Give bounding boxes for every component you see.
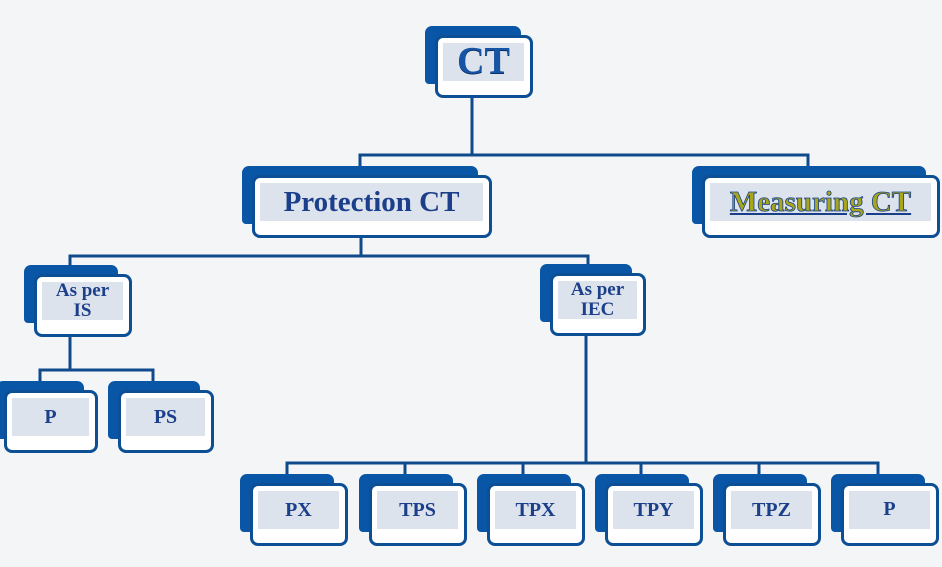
- node-label: P: [44, 405, 57, 428]
- node-iec-class-tps[interactable]: TPS: [359, 474, 467, 546]
- node-measuring-ct[interactable]: Measuring CT: [692, 166, 940, 238]
- node-as-per-is[interactable]: As per IS: [24, 265, 132, 337]
- node-label: TPY: [633, 498, 674, 521]
- box-fill: As per IEC: [558, 279, 637, 320]
- node-as-per-iec[interactable]: As per IEC: [540, 264, 646, 336]
- node-label: CT: [457, 40, 510, 83]
- box-fill: As per IS: [42, 280, 123, 321]
- box-frame: TPS: [369, 483, 467, 546]
- node-iec-class-tpy[interactable]: TPY: [595, 474, 703, 546]
- node-is-class-ps[interactable]: PS: [108, 381, 214, 453]
- box-fill: TPS: [377, 491, 458, 529]
- node-protection-ct[interactable]: Protection CT: [242, 166, 492, 238]
- node-iec-class-tpz[interactable]: TPZ: [713, 474, 821, 546]
- box-fill: PX: [258, 491, 339, 529]
- box-frame: P: [841, 483, 939, 546]
- measuring-ct-link[interactable]: Measuring CT: [729, 186, 911, 218]
- box-frame: P: [4, 390, 98, 453]
- box-frame: TPZ: [723, 483, 821, 546]
- box-fill: PS: [126, 398, 205, 436]
- node-label: P: [883, 498, 896, 520]
- box-frame: TPY: [605, 483, 703, 546]
- box-frame: Measuring CT: [702, 175, 940, 238]
- box-fill: TPX: [495, 491, 576, 529]
- node-label: Protection CT: [283, 185, 460, 218]
- node-label: As per IEC: [570, 279, 625, 320]
- box-frame: TPX: [487, 483, 585, 546]
- node-label: TPZ: [752, 498, 791, 521]
- node-label: TPX: [515, 498, 556, 521]
- box-fill: TPY: [613, 491, 694, 529]
- ct-classification-diagram: CT Protection CT Measuring CT As per IS: [0, 0, 942, 567]
- node-label: PX: [285, 498, 312, 521]
- box-fill: CT: [443, 40, 524, 83]
- box-fill: P: [12, 398, 89, 436]
- box-frame: Protection CT: [252, 175, 492, 238]
- box-frame: PS: [118, 390, 214, 453]
- box-frame: As per IEC: [550, 273, 646, 336]
- node-label: TPS: [399, 498, 436, 521]
- box-fill: Measuring CT: [710, 183, 931, 221]
- node-ct[interactable]: CT: [425, 26, 533, 98]
- node-iec-class-tpx[interactable]: TPX: [477, 474, 585, 546]
- box-fill: TPZ: [731, 491, 812, 529]
- node-iec-class-px[interactable]: PX: [240, 474, 348, 546]
- box-frame: As per IS: [34, 274, 132, 337]
- node-is-class-p[interactable]: P: [0, 381, 98, 453]
- node-iec-class-p[interactable]: P: [831, 474, 939, 546]
- node-label: As per IS: [55, 280, 110, 321]
- box-fill: P: [849, 491, 930, 529]
- node-label: PS: [153, 405, 178, 428]
- box-frame: CT: [435, 35, 533, 98]
- box-frame: PX: [250, 483, 348, 546]
- box-fill: Protection CT: [260, 183, 483, 221]
